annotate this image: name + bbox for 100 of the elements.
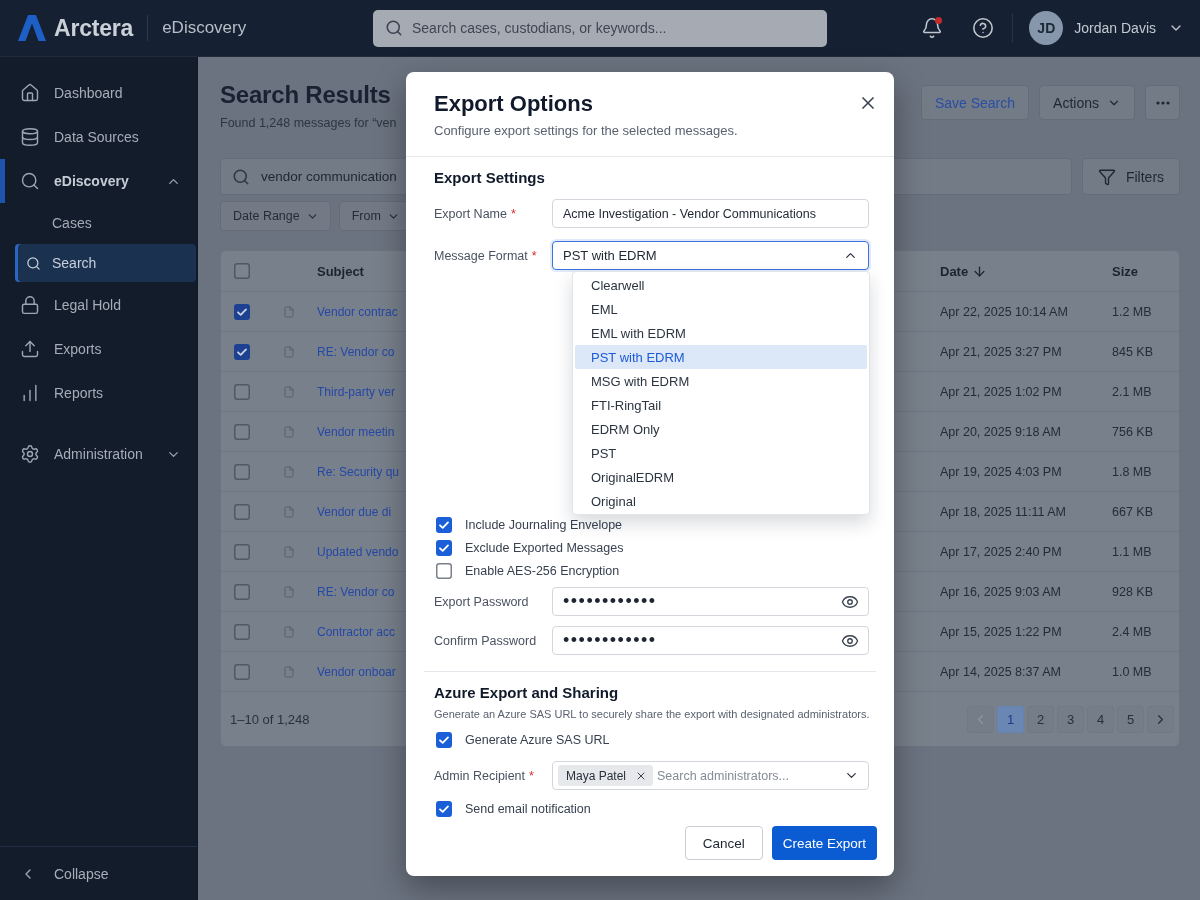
page-button[interactable]: 4 [1087,705,1114,733]
file-icon [283,505,295,518]
create-export-button[interactable]: Create Export [771,826,877,860]
required-mark: * [531,248,537,263]
format-select[interactable]: PST with EDRM [552,241,869,270]
checkbox[interactable] [234,463,250,480]
size-cell: 1.8 MB [1112,464,1152,479]
search-icon [232,167,250,186]
user-name[interactable]: Jordan Davis [1074,20,1156,36]
file-icon [283,425,295,438]
product-name: eDiscovery [162,18,247,38]
required-mark: * [510,206,516,221]
filters-button[interactable]: Filters [1082,158,1180,195]
page-title: Search Results [220,81,392,109]
nav-item[interactable]: Administration [0,432,197,476]
actions-button[interactable]: Actions [1039,85,1135,120]
field-label: Admin Recipient [434,768,525,783]
size-cell: 2.1 MB [1112,384,1152,399]
cancel-button[interactable]: Cancel [684,826,763,860]
date-cell: Apr 16, 2025 9:03 AM [940,584,1061,599]
size-cell: 756 KB [1112,424,1153,439]
format-option[interactable]: EML with EDRM [575,321,867,345]
checkbox[interactable] [436,516,452,533]
format-option[interactable]: FTI-RingTail [575,393,867,417]
database-icon [20,127,40,147]
lock-icon [20,295,40,315]
password-field[interactable]: •••••••••••• [552,626,869,655]
size-cell: 928 KB [1112,584,1153,599]
file-icon [283,585,295,598]
date-cell: Apr 20, 2025 9:18 AM [940,424,1061,439]
checkbox[interactable] [436,539,452,556]
search-icon [20,171,40,191]
pagination-summary: 1–10 of 1,248 [230,711,310,727]
format-option[interactable]: EDRM Only [575,417,867,441]
column-header[interactable]: Date [940,263,988,279]
search-icon [26,255,41,271]
brand-name: Arctera [54,14,134,42]
ellipsis-icon [1155,100,1170,105]
user-avatar[interactable]: JD [1029,11,1064,45]
checkbox[interactable] [234,623,250,640]
nav-item[interactable]: Dashboard [0,71,197,115]
filter-dropdown[interactable]: Date Range [220,201,331,231]
checkbox[interactable] [234,303,250,320]
checkbox-label: Exclude Exported Messages [465,540,624,555]
size-cell: 667 KB [1112,504,1153,519]
checkbox-label: Include Journaling Envelope [465,517,623,532]
page-button[interactable]: 2 [1027,705,1054,733]
format-option[interactable]: OriginalEDRM [575,465,867,489]
page-button[interactable]: 5 [1117,705,1144,733]
size-cell: 2.4 MB [1112,624,1152,639]
checkbox[interactable] [234,583,250,600]
nav-item[interactable]: Data Sources [0,115,197,159]
logo-icon [18,15,46,41]
upload-icon [20,339,40,359]
help-icon[interactable] [972,17,995,39]
size-cell: 1.0 MB [1112,664,1152,679]
file-icon [283,625,295,638]
nav-item[interactable]: Search [15,244,196,282]
file-icon [283,305,295,318]
nav-item[interactable]: Reports [0,371,197,415]
bell-icon[interactable] [921,17,944,39]
recipient-name: Maya Patel [566,768,627,783]
collapse-button[interactable]: Collapse [0,846,197,900]
nav-item[interactable]: Cases [15,204,196,242]
checkbox[interactable] [234,543,250,560]
checkbox-label: Enable AES-256 Encryption [465,563,620,578]
export-name-field[interactable]: Acme Investigation - Vendor Communications [552,199,869,228]
file-icon [283,385,295,398]
file-icon [283,545,295,558]
field-label: Message Format [434,248,528,263]
format-option[interactable]: PST with EDRM [575,345,867,369]
checkbox[interactable] [234,263,250,279]
password-field[interactable]: •••••••••••• [552,587,869,616]
format-option[interactable]: MSG with EDRM [575,369,867,393]
page-button[interactable]: 3 [1057,705,1084,733]
nav-item[interactable]: Legal Hold [0,283,197,327]
nav-item[interactable]: eDiscovery [0,159,197,203]
checkbox[interactable] [234,423,250,440]
date-cell: Apr 21, 2025 1:02 PM [940,384,1062,399]
format-option[interactable]: Original [575,489,867,513]
checkbox[interactable] [234,343,250,360]
file-icon [283,345,295,358]
date-cell: Apr 14, 2025 8:37 AM [940,664,1061,679]
format-option[interactable]: Clearwell [575,273,867,297]
search-field[interactable]: Search cases, custodians, or keywords... [373,9,827,47]
format-option[interactable]: PST [575,441,867,465]
checkbox[interactable] [234,383,250,400]
column-header[interactable]: Subject [317,263,364,279]
required-mark: * [529,768,534,783]
checkbox[interactable] [234,663,250,680]
column-header[interactable]: Size [1112,263,1138,279]
checkbox[interactable] [436,562,452,579]
checkbox[interactable] [234,503,250,520]
nav-item[interactable]: Exports [0,327,197,371]
field-label: Export Name [434,206,507,221]
checkbox[interactable] [436,731,452,748]
funnel-icon [1097,167,1116,186]
search-icon [385,19,403,37]
format-option[interactable]: EML [575,297,867,321]
checkbox[interactable] [436,800,452,817]
